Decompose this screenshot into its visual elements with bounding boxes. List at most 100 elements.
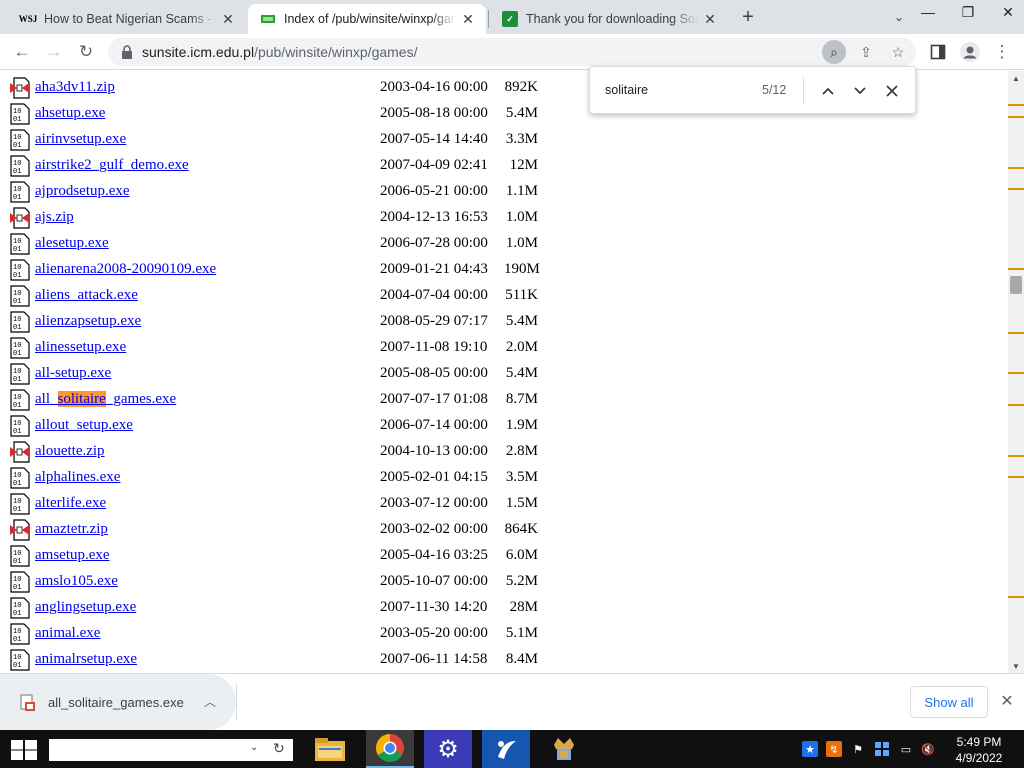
tab-search-chevron-icon[interactable]: ⌄	[888, 6, 910, 28]
chrome-icon[interactable]	[366, 730, 414, 768]
file-link[interactable]: animalrsetup.exe	[35, 651, 137, 668]
scroll-down-arrow-icon[interactable]: ▼	[1008, 659, 1024, 673]
compressed-file-icon	[10, 77, 30, 99]
svg-text:01: 01	[13, 116, 21, 124]
side-panel-icon[interactable]	[924, 38, 952, 66]
scrollbar-thumb[interactable]	[1010, 276, 1022, 294]
file-size: 5.2M	[505, 573, 538, 589]
close-window-button[interactable]: ✕	[988, 0, 1024, 24]
binary-file-icon: 10 01	[10, 389, 30, 411]
svg-text:10: 10	[13, 186, 21, 194]
file-link[interactable]: alphalines.exe	[35, 469, 120, 486]
file-link[interactable]: anglingsetup.exe	[35, 599, 136, 616]
file-link[interactable]: ajprodsetup.exe	[35, 183, 130, 200]
svg-text:10: 10	[13, 238, 21, 246]
file-link[interactable]: alterlife.exe	[35, 495, 106, 512]
find-next-chevron-down-icon[interactable]	[848, 79, 872, 103]
windows-start-icon[interactable]	[10, 739, 38, 761]
restore-button[interactable]: ❐	[948, 0, 988, 24]
find-previous-chevron-up-icon[interactable]	[816, 79, 840, 103]
lock-icon	[122, 45, 132, 59]
tray-app-icon[interactable]: ★	[802, 741, 818, 757]
solitaire-app-icon[interactable]	[482, 730, 530, 768]
tray-windows-icon[interactable]	[874, 741, 890, 757]
find-in-page-icon[interactable]: ⌕	[822, 40, 846, 64]
taskbar-clock[interactable]: 5:49 PM 4/9/2022	[948, 734, 1010, 766]
close-tab-icon[interactable]: ✕	[456, 7, 480, 31]
file-link[interactable]: aha3dv11.zip	[35, 79, 115, 96]
scroll-up-arrow-icon[interactable]: ▲	[1008, 71, 1024, 85]
find-match-marker	[1008, 188, 1024, 190]
show-all-downloads-button[interactable]: Show all	[910, 686, 988, 718]
address-bar[interactable]: sunsite.icm.edu.pl/pub/winsite/winxp/gam…	[108, 38, 916, 66]
close-download-shelf-icon[interactable]: ✕	[996, 690, 1018, 712]
file-link[interactable]: alouette.zip	[35, 443, 105, 460]
game-crown-icon[interactable]	[540, 730, 588, 768]
file-link[interactable]: all_solitaire_games.exe	[35, 391, 176, 408]
file-size: 3.3M	[505, 131, 538, 147]
file-link[interactable]: animal.exe	[35, 625, 100, 642]
file-row: 10 01 amsetup.exe 2005-04-16 03:25 6.0M	[0, 543, 1008, 569]
volume-muted-icon[interactable]: 🔇	[920, 741, 936, 757]
taskbar-search-box[interactable]: ⌄ ↻	[49, 739, 293, 761]
find-match-marker	[1008, 476, 1024, 478]
file-row: 10 01 airinvsetup.exe 2007-05-14 14:40 3.3M	[0, 127, 1008, 153]
file-link[interactable]: ahsetup.exe	[35, 105, 105, 122]
download-item[interactable]: all_solitaire_games.exe ︿	[0, 674, 236, 730]
vertical-scrollbar[interactable]: ▲ ▼	[1008, 71, 1024, 673]
share-icon[interactable]: ⇪	[854, 40, 878, 64]
find-match-marker	[1008, 167, 1024, 169]
wsj-favicon-icon: WSJ	[18, 14, 38, 24]
file-date: 2006-05-21 00:00	[380, 183, 488, 199]
svg-text:10: 10	[13, 290, 21, 298]
file-link[interactable]: airinvsetup.exe	[35, 131, 126, 148]
file-link[interactable]: amslo105.exe	[35, 573, 118, 590]
tab-index-of-games[interactable]: Index of /pub/winsite/winxp/gan ✕	[248, 4, 486, 34]
file-link[interactable]: alienzapsetup.exe	[35, 313, 141, 330]
file-size: 5.1M	[505, 625, 538, 641]
download-options-chevron-icon[interactable]: ︿	[204, 693, 216, 710]
file-link[interactable]: amaztetr.zip	[35, 521, 108, 538]
reload-button[interactable]: ↻	[72, 38, 100, 66]
search-dropdown-icon[interactable]: ⌄	[250, 742, 258, 753]
tab-wsj[interactable]: WSJ How to Beat Nigerian Scams - W ✕	[8, 4, 246, 34]
file-link[interactable]: allout_setup.exe	[35, 417, 133, 434]
file-explorer-icon[interactable]	[306, 730, 354, 768]
file-link[interactable]: alienarena2008-20090109.exe	[35, 261, 216, 278]
tray-update-icon[interactable]: ↯	[826, 741, 842, 757]
file-link[interactable]: alinessetup.exe	[35, 339, 126, 356]
file-size: 2.0M	[505, 339, 538, 355]
bookmark-star-icon[interactable]: ☆	[886, 40, 910, 64]
file-date: 2007-11-08 19:10	[380, 339, 488, 355]
file-link[interactable]: amsetup.exe	[35, 547, 110, 564]
find-input[interactable]: solitaire	[605, 83, 648, 97]
binary-file-icon: 10 01	[10, 311, 30, 333]
file-row: 10 01 alphalines.exe 2005-02-01 04:15 3.5M	[0, 465, 1008, 491]
find-close-icon[interactable]	[880, 79, 904, 103]
file-size: 1.5M	[505, 495, 538, 511]
svg-text:01: 01	[13, 272, 21, 280]
file-link[interactable]: ajs.zip	[35, 209, 74, 226]
minimize-button[interactable]: —	[908, 0, 948, 24]
profile-avatar-icon[interactable]	[956, 38, 984, 66]
find-match-count: 5/12	[762, 83, 787, 97]
search-refresh-icon[interactable]: ↻	[273, 740, 285, 757]
find-separator	[803, 77, 804, 105]
file-link[interactable]: alesetup.exe	[35, 235, 109, 252]
back-button[interactable]: ←	[8, 38, 36, 66]
tray-flag-icon[interactable]: ⚑	[850, 741, 866, 757]
network-icon[interactable]: ▭	[898, 741, 914, 757]
tab-thank-you[interactable]: ✓ Thank you for downloading Solit ✕	[490, 4, 728, 34]
file-link[interactable]: all-setup.exe	[35, 365, 111, 382]
binary-file-icon: 10 01	[10, 155, 30, 177]
file-link[interactable]: airstrike2_gulf_demo.exe	[35, 157, 189, 174]
close-tab-icon[interactable]: ✕	[698, 7, 722, 31]
forward-button[interactable]: →	[40, 38, 68, 66]
menu-kebab-icon[interactable]: ⋮	[988, 38, 1016, 66]
file-date: 2003-04-16 00:00	[380, 79, 488, 95]
new-tab-button[interactable]: +	[736, 5, 760, 29]
file-link[interactable]: aliens_attack.exe	[35, 287, 138, 304]
svg-text:10: 10	[13, 394, 21, 402]
settings-gear-icon[interactable]: ⚙	[424, 730, 472, 768]
close-tab-icon[interactable]: ✕	[216, 7, 240, 31]
